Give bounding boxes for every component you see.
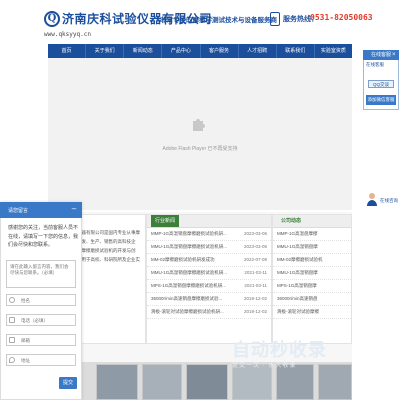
company-news-item[interactable]: 滑板-滚轮对试验摩擦 xyxy=(273,306,351,319)
close-icon[interactable]: × xyxy=(392,52,398,58)
news-item[interactable]: 滑板-滚轮对试验摩擦磨损试验机研... 2019-12-02 xyxy=(147,306,271,319)
message-textarea[interactable] xyxy=(6,260,76,288)
news-column: 行业新闻 MMP-1G高温销盘摩擦磨损试验机研... 2023-03-06 MMU… xyxy=(146,214,272,344)
submit-button[interactable]: 提交 xyxy=(59,377,77,389)
leave-message-title: 请您留言 xyxy=(8,208,29,214)
news-item[interactable]: MMU-1G高温销盘摩擦磨损试验机研... 2021-03-11 xyxy=(147,267,271,280)
tab-industry-news[interactable]: 行业新闻 xyxy=(151,215,180,227)
nav-item-products[interactable]: 产品中心 xyxy=(162,44,201,58)
product-photo[interactable] xyxy=(318,364,352,400)
main-nav: 首页 关于我们 新闻动态 产品中心 客户服务 人才招聘 联系我们 实验室资质 xyxy=(48,44,352,58)
product-photo[interactable] xyxy=(142,364,182,400)
phone-icon xyxy=(270,12,280,26)
location-icon xyxy=(9,357,15,363)
news-item[interactable]: MMP-1G高温销盘摩擦磨损试验机研... 2023-03-06 xyxy=(147,228,271,241)
news-title[interactable]: MM-02摩擦磨损试验机研发成功 xyxy=(151,257,215,262)
company-news-item[interactable]: MM-02摩擦磨损试验机 xyxy=(273,254,351,267)
news-item[interactable]: MPS-1G高温销盘摩擦磨损试验机研... 2021-03-11 xyxy=(147,280,271,293)
watermark-subtitle: 提交一次 · 永久收录 xyxy=(232,363,297,369)
news-title[interactable]: MMU-1G高温销盘摩擦磨损试验机研... xyxy=(151,270,227,275)
phone-icon xyxy=(9,317,15,323)
news-title[interactable]: MMP-1G高温销盘摩擦磨损试验机研... xyxy=(151,231,227,236)
nav-item-news[interactable]: 新闻动态 xyxy=(124,44,163,58)
company-news-item[interactable]: MMU-1G高温销盘摩 xyxy=(273,267,351,280)
company-news-column: 公司动态 MMP-1G高温盘摩擦 MMU-1G高温销盘摩 MM-02摩擦磨损试验… xyxy=(272,214,352,344)
company-news-header: 公司动态 xyxy=(273,215,351,228)
company-news-item[interactable]: MPS-1G高温销盘摩 xyxy=(273,280,351,293)
news-title[interactable]: MPS-1G高温销盘摩擦磨损试验机研... xyxy=(151,283,226,288)
tab-company-news[interactable]: 公司动态 xyxy=(277,215,305,227)
news-column-header: 行业新闻 xyxy=(147,215,271,228)
flash-unsupported-message: Adobe Flash Player 已不再受支持 xyxy=(162,146,238,152)
company-news-item[interactable]: 36000r/min高速销盘 xyxy=(273,293,351,306)
product-photo[interactable] xyxy=(96,364,138,400)
qq-chat-button[interactable]: QQ交谈 xyxy=(368,80,394,88)
news-date: 2019-12-02 xyxy=(243,309,267,314)
news-date: 2022-07-09 xyxy=(243,257,267,262)
nav-item-home[interactable]: 首页 xyxy=(48,44,87,58)
company-slogan: 非常专业的摩擦学测试技术与设备服务商 xyxy=(160,17,277,24)
nav-item-contact[interactable]: 联系我们 xyxy=(277,44,315,58)
news-title[interactable]: 36000r/min高速销盘摩擦磨损试验... xyxy=(151,296,222,301)
news-item[interactable]: 36000r/min高速销盘摩擦磨损试验... 2019-12-02 xyxy=(147,293,271,306)
nav-item-lab[interactable]: 实验室资质 xyxy=(315,44,352,58)
minus-icon[interactable]: – xyxy=(70,205,78,213)
nav-item-about[interactable]: 关于我们 xyxy=(86,44,125,58)
product-photo[interactable] xyxy=(232,364,272,400)
consult-label[interactable]: 在线咨询 xyxy=(380,198,398,204)
news-date: 2019-12-02 xyxy=(243,296,267,301)
phone-field[interactable] xyxy=(6,314,76,326)
product-photo[interactable] xyxy=(186,364,228,400)
company-news-item[interactable]: MMU-1G高温销盘摩 xyxy=(273,241,351,254)
address-field[interactable] xyxy=(6,354,76,366)
news-date: 2023-03-06 xyxy=(243,231,267,236)
user-icon xyxy=(9,297,15,303)
company-logo[interactable]: Q xyxy=(44,11,60,27)
nav-item-service[interactable]: 客户服务 xyxy=(201,44,239,58)
news-date: 2021-03-11 xyxy=(244,270,267,275)
news-title[interactable]: 滑板-滚轮对试验摩擦磨损试验机研... xyxy=(151,309,224,314)
company-news-item[interactable]: MMP-1G高温盘摩擦 xyxy=(273,228,351,241)
mail-icon xyxy=(9,337,15,343)
online-service-subtitle: 在线客服 xyxy=(366,62,384,67)
news-title[interactable]: MMU-1G高温销盘摩擦磨损试验机研... xyxy=(151,244,227,249)
news-item[interactable]: MM-02摩擦磨损试验机研发成功 2022-07-09 xyxy=(147,254,271,267)
hotline-number: 0531-82050063 xyxy=(310,13,373,22)
name-field[interactable] xyxy=(6,294,76,306)
product-photo[interactable] xyxy=(276,364,314,400)
banner-area xyxy=(48,58,352,210)
news-date: 2021-03-11 xyxy=(244,283,267,288)
nav-item-jobs[interactable]: 人才招聘 xyxy=(239,44,277,58)
puzzle-plugin-icon xyxy=(193,119,205,131)
news-item[interactable]: MMU-1G高温销盘摩擦磨损试验机研... 2023-03-06 xyxy=(147,241,271,254)
news-date: 2023-03-06 xyxy=(243,244,267,249)
email-field[interactable] xyxy=(6,334,76,346)
site-domain: www.qksyyq.cn xyxy=(44,31,91,38)
wechat-service-button[interactable]: 添加微信客服 xyxy=(366,95,396,105)
leave-message-text: 感谢您的关注，当前客服人员不在线，请填写一下您的信息，我们会尽快和您联系。 xyxy=(8,225,79,248)
watermark-logo: 自动秒收录 xyxy=(232,340,327,360)
